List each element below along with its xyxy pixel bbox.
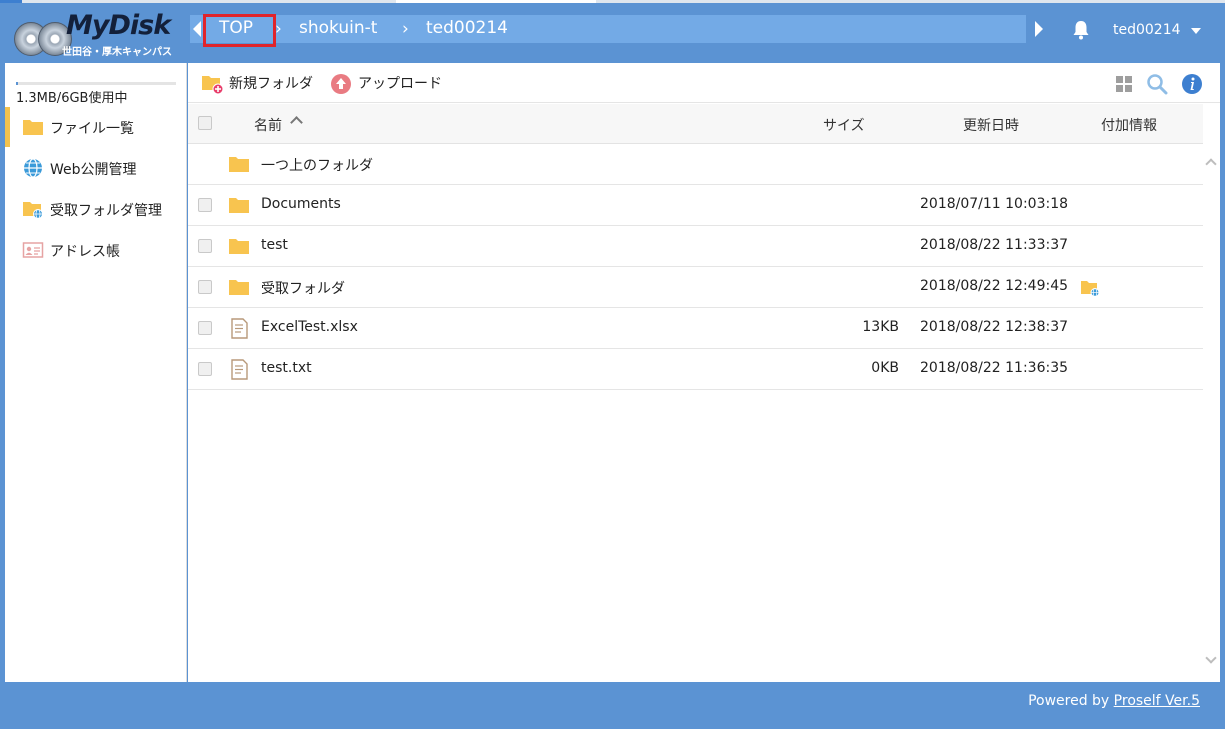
file-updated: 2018/08/22 11:33:37 <box>920 237 1069 253</box>
receive-folder-icon <box>1081 281 1100 297</box>
new-folder-icon <box>202 76 224 95</box>
sidebar-item-label: アドレス帳 <box>50 244 120 260</box>
sidebar: 1.3MB/6GB使用中 ファイル一覧 Web公開管理 受取フォルダ管理 アドレ… <box>5 63 187 682</box>
logo-title: MyDisk <box>66 10 171 41</box>
file-updated: 2018/08/22 12:49:45 <box>920 278 1069 294</box>
powered-by-text: Powered by <box>1028 693 1110 709</box>
row-checkbox[interactable] <box>198 321 212 335</box>
quota-text: 1.3MB/6GB使用中 <box>16 91 128 106</box>
table-row[interactable]: test.txt 0KB 2018/08/22 11:36:35 <box>188 349 1203 390</box>
sidebar-item-address-book[interactable]: アドレス帳 <box>5 230 187 270</box>
parent-folder-row[interactable]: 一つ上のフォルダ <box>188 144 1203 185</box>
logo-subtitle: 世田谷・厚木キャンパス <box>62 47 172 58</box>
file-name[interactable]: 受取フォルダ <box>261 278 345 298</box>
bell-icon[interactable] <box>1072 20 1090 40</box>
breadcrumb-scroll-right-icon[interactable] <box>1035 21 1043 37</box>
search-icon[interactable] <box>1146 73 1168 95</box>
column-header-updated[interactable]: 更新日時 <box>963 115 1019 135</box>
toolbar: 新規フォルダ アップロード <box>188 63 1220 103</box>
sidebar-item-label: Web公開管理 <box>50 162 137 178</box>
footer: Powered by Proself Ver.5 <box>5 682 1220 722</box>
column-header-name[interactable]: 名前 <box>254 115 282 135</box>
app-window: MyDisk 世田谷・厚木キャンパス TOP › shokuin-t › ted… <box>0 0 1225 729</box>
parent-folder-link[interactable]: 一つ上のフォルダ <box>261 155 373 175</box>
receive-folder-icon <box>23 202 43 219</box>
breadcrumb-item-shokuin[interactable]: shokuin-t <box>299 18 377 38</box>
quota-fill <box>16 82 18 85</box>
sidebar-item-file-list[interactable]: ファイル一覧 <box>5 107 187 147</box>
breadcrumb-item-current[interactable]: ted00214 <box>426 18 508 38</box>
folder-icon <box>229 280 249 295</box>
quota-bar <box>16 82 176 85</box>
table-row[interactable]: 受取フォルダ 2018/08/22 12:49:45 <box>188 267 1203 308</box>
scroll-up-icon[interactable] <box>1205 158 1217 170</box>
sidebar-item-label: 受取フォルダ管理 <box>50 203 162 219</box>
highlight-box <box>203 14 276 47</box>
file-icon <box>231 359 248 380</box>
scroll-down-icon[interactable] <box>1205 652 1217 664</box>
new-folder-label: 新規フォルダ <box>229 76 313 92</box>
breadcrumb-scroll-left-icon[interactable] <box>193 21 201 37</box>
select-all-checkbox[interactable] <box>198 116 212 130</box>
active-marker <box>5 107 10 147</box>
folder-icon <box>229 157 249 172</box>
folder-icon <box>229 239 249 254</box>
table-row[interactable]: Documents 2018/07/11 10:03:18 <box>188 185 1203 226</box>
file-updated: 2018/08/22 11:36:35 <box>920 360 1069 376</box>
powered-by: Powered by Proself Ver.5 <box>1028 693 1200 709</box>
breadcrumb-separator-icon: › <box>402 19 409 39</box>
new-folder-button[interactable]: 新規フォルダ <box>201 71 321 95</box>
row-checkbox[interactable] <box>198 239 212 253</box>
upload-icon <box>331 74 351 94</box>
upload-label: アップロード <box>358 76 442 92</box>
breadcrumb-separator-icon: › <box>275 19 282 39</box>
user-menu[interactable]: ted00214 <box>1113 22 1181 38</box>
sidebar-item-receive-folder[interactable]: 受取フォルダ管理 <box>5 189 187 229</box>
folder-icon <box>229 198 249 213</box>
row-checkbox[interactable] <box>198 362 212 376</box>
upload-button[interactable]: アップロード <box>330 71 450 95</box>
file-icon <box>231 318 248 339</box>
file-size: 13KB <box>862 319 899 335</box>
chevron-down-icon[interactable] <box>1191 28 1201 34</box>
vertical-scrollbar[interactable] <box>1203 144 1220 682</box>
folder-icon <box>23 120 43 135</box>
column-header-extra: 付加情報 <box>1101 118 1157 134</box>
proself-link[interactable]: Proself Ver.5 <box>1114 693 1200 709</box>
globe-icon <box>24 158 42 178</box>
column-header-size[interactable]: サイズ <box>823 115 865 135</box>
file-name[interactable]: ExcelTest.xlsx <box>261 319 358 335</box>
file-list-panel: 新規フォルダ アップロード 名前 サイズ 更新日時 付加情報 一つ上のフォルダ … <box>188 63 1220 682</box>
file-name[interactable]: test.txt <box>261 360 312 376</box>
mydisk-logo[interactable]: MyDisk 世田谷・厚木キャンパス <box>14 10 174 58</box>
file-updated: 2018/07/11 10:03:18 <box>920 196 1069 212</box>
table-row[interactable]: ExcelTest.xlsx 13KB 2018/08/22 12:38:37 <box>188 308 1203 349</box>
sidebar-item-web-publish[interactable]: Web公開管理 <box>5 148 187 188</box>
file-updated: 2018/08/22 12:38:37 <box>920 319 1069 335</box>
file-size: 0KB <box>871 360 899 376</box>
row-checkbox[interactable] <box>198 280 212 294</box>
info-icon[interactable] <box>1181 73 1203 95</box>
file-name[interactable]: test <box>261 237 288 253</box>
file-name[interactable]: Documents <box>261 196 341 212</box>
address-card-icon <box>22 242 44 258</box>
row-checkbox[interactable] <box>198 198 212 212</box>
sidebar-item-label: ファイル一覧 <box>50 121 134 137</box>
table-row[interactable]: test 2018/08/22 11:33:37 <box>188 226 1203 267</box>
sort-ascending-icon[interactable] <box>290 116 303 129</box>
table-header: 名前 サイズ 更新日時 付加情報 <box>188 104 1203 144</box>
grid-view-icon[interactable] <box>1113 73 1135 95</box>
